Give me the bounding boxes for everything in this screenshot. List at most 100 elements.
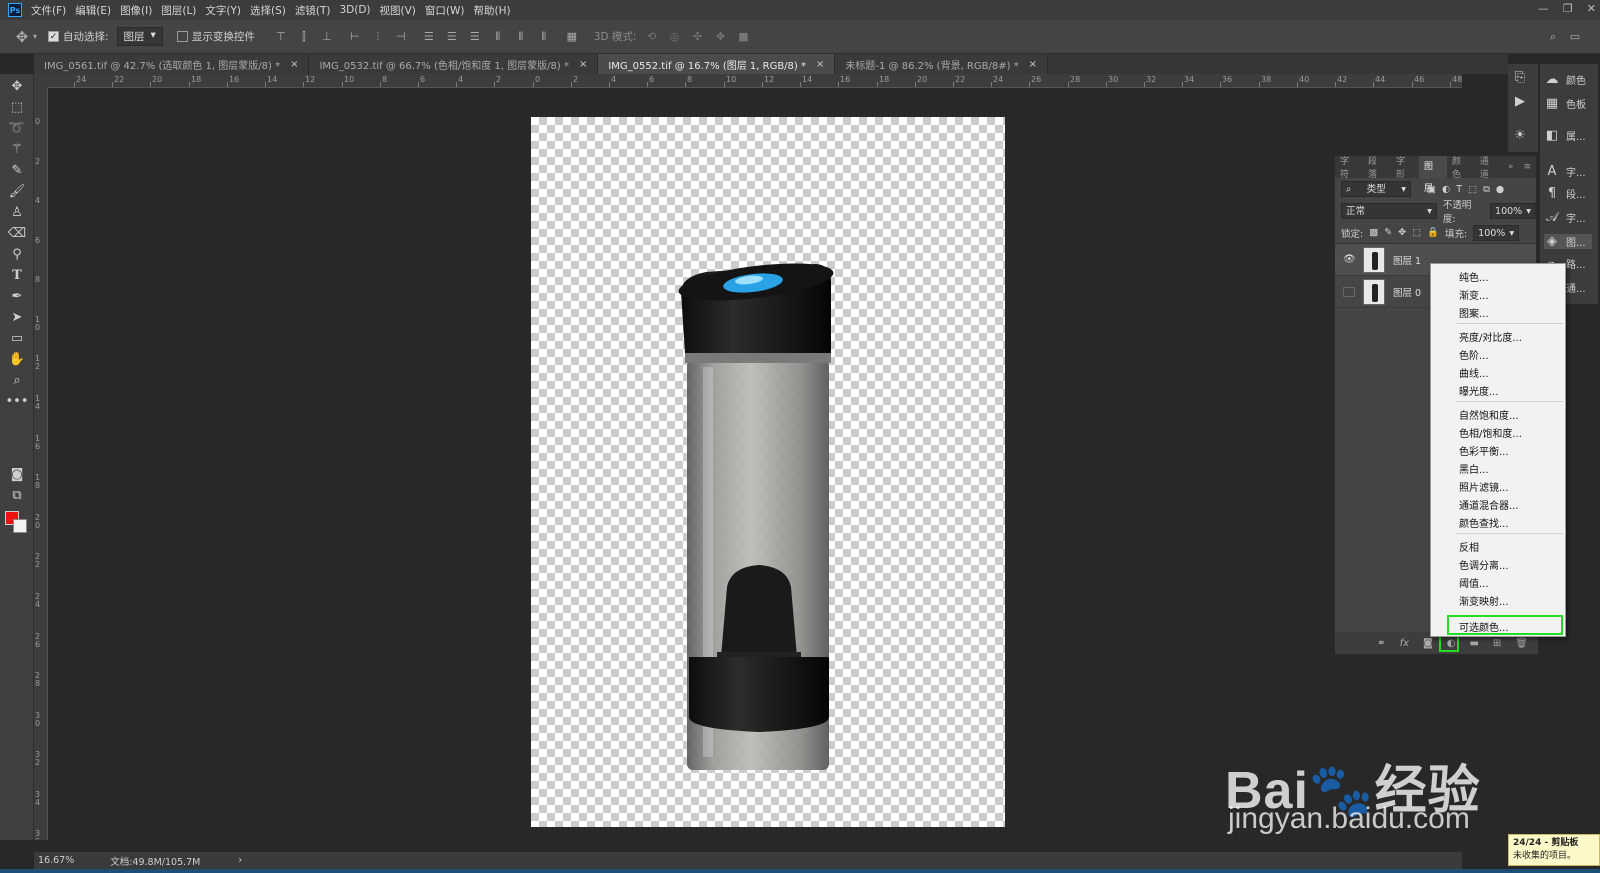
menu-item-vibrance[interactable]: 自然饱和度... [1459,407,1519,422]
menu-filter[interactable]: 滤镜(T) [295,3,331,18]
layer-name[interactable]: 图层 0 [1393,285,1421,299]
move-tool-icon[interactable]: ✥ [5,78,29,96]
filter-shape-icon[interactable]: ⬚ [1468,184,1477,195]
menu-window[interactable]: 窗口(W) [425,3,465,18]
filter-pixel-icon[interactable]: ▣ [1427,184,1436,195]
menu-layer[interactable]: 图层(L) [161,3,196,18]
clipboard-notice[interactable]: 24/24 - 剪贴板 未收集的项目。 [1508,834,1600,866]
tab-character[interactable]: 字符 [1335,154,1363,180]
restore-icon[interactable]: ❐ [1563,2,1573,15]
lock-transparent-icon[interactable]: ▩ [1369,227,1378,238]
tab-channels[interactable]: 通道 [1475,154,1503,180]
menu-help[interactable]: 帮助(H) [474,3,511,18]
search-icon[interactable]: ⌕ [1545,29,1561,45]
status-menu-arrow[interactable]: › [238,855,242,866]
auto-align-icon[interactable]: ▦ [564,29,580,45]
visibility-toggle[interactable] [1343,286,1355,297]
close-icon[interactable]: ✕ [1587,2,1596,15]
menu-select[interactable]: 选择(S) [250,3,286,18]
lock-position-icon[interactable]: ✥ [1398,227,1406,238]
visibility-eye-icon[interactable]: 👁 [1343,254,1356,265]
menu-item-hue-saturation[interactable]: 色相/饱和度... [1459,425,1522,440]
fx-button[interactable]: fx [1400,638,1409,649]
distribute-left-icon[interactable]: ⦀ [490,29,506,45]
tab-img-0532[interactable]: IMG_0532.tif @ 66.7% (色相/饱和度 1, 图层蒙版/8) … [309,54,599,74]
align-hcenter-icon[interactable]: ⫶ [370,29,386,45]
dock-layers[interactable]: ◈ 图... [1544,234,1592,249]
menu-image[interactable]: 图像(I) [120,3,152,18]
menu-item-black-white[interactable]: 黑白... [1459,461,1489,476]
menu-item-gradient[interactable]: 渐变... [1459,287,1489,302]
menu-item-color-balance[interactable]: 色彩平衡... [1459,443,1509,458]
layer-name[interactable]: 图层 1 [1393,253,1421,267]
align-bottom-icon[interactable]: ⊥ [319,29,335,45]
menu-item-posterize[interactable]: 色调分离... [1459,557,1509,572]
background-color-swatch[interactable] [13,519,27,533]
add-mask-icon[interactable]: ◙ [1423,638,1433,649]
dodge-tool-icon[interactable]: ⚲ [5,246,29,264]
zoom-tool-icon[interactable]: ⌕ [5,372,29,390]
dock-swatches[interactable]: ▦ 色板 [1544,96,1586,111]
menu-type[interactable]: 文字(Y) [205,3,241,18]
brightness-icon[interactable]: ☀ [1512,128,1528,143]
hand-tool-icon[interactable]: ✋ [5,351,29,369]
slide-3d-icon[interactable]: ✥ [712,29,728,45]
pen-tool-icon[interactable]: ✒ [5,288,29,306]
link-layers-icon[interactable]: ⚭ [1377,638,1385,649]
document-canvas[interactable] [531,117,1005,827]
dock-color[interactable]: ☁ 颜色 [1544,72,1587,87]
menu-item-threshold[interactable]: 阈值... [1459,575,1489,590]
filter-toggle-icon[interactable]: ● [1496,184,1504,195]
drag-3d-icon[interactable]: ✣ [689,29,705,45]
menu-item-brightness-contrast[interactable]: 亮度/对比度... [1459,329,1522,344]
magic-wand-icon[interactable]: ⚚ [5,141,29,159]
tab-glyphs[interactable]: 字形 [1391,154,1419,180]
dock-character[interactable]: A 字... [1544,164,1586,179]
tab-color[interactable]: 颜色 [1447,154,1475,180]
distribute-right-icon[interactable]: ⦀ [536,29,552,45]
show-transform-checkbox[interactable]: 显示变换控件 [176,29,255,44]
workspace-icon[interactable]: ▭ [1567,29,1583,45]
brush-tool-icon[interactable]: 🖌 [5,183,29,201]
distribute-bottom-icon[interactable]: ☰ [467,29,483,45]
menu-view[interactable]: 视图(V) [380,3,416,18]
tab-img-0552[interactable]: IMG_0552.tif @ 16.7% (图层 1, RGB/8) * × [598,54,836,74]
close-icon[interactable]: × [290,59,298,70]
lock-artboard-icon[interactable]: ⬚ [1412,227,1421,238]
align-top-icon[interactable]: ⊤ [273,29,289,45]
more-tools-icon[interactable]: ••• [5,393,29,411]
tab-untitled-1[interactable]: 未标题-1 @ 86.2% (背景, RGB/8#) * × [835,54,1049,74]
align-left-icon[interactable]: ⊢ [347,29,363,45]
screen-mode-icon[interactable]: ⧉ [5,487,29,505]
menu-item-exposure[interactable]: 曝光度... [1459,383,1499,398]
actions-icon[interactable]: ▶ [1512,94,1528,109]
opacity-input[interactable]: 100% ▾ [1490,203,1536,219]
path-select-icon[interactable]: ➤ [5,309,29,327]
quick-mask-icon[interactable]: ◙ [5,466,29,484]
panel-menu-icon[interactable]: ≡ [1518,162,1536,172]
lock-all-icon[interactable]: 🔒 [1427,227,1439,238]
auto-select-checkbox[interactable]: ✓ 自动选择: [48,29,109,44]
zoom-level[interactable]: 16.67% [38,855,74,866]
dock-glyphs[interactable]: 𝒜 字... [1544,210,1586,225]
menu-3d[interactable]: 3D(D) [339,4,370,16]
stamp-tool-icon[interactable]: ♙ [5,204,29,222]
new-group-icon[interactable]: ▬ [1469,638,1478,649]
dock-properties[interactable]: ◧ 属... [1544,128,1586,143]
eyedropper-tool-icon[interactable]: ✎ [5,162,29,180]
eraser-tool-icon[interactable]: ⌫ [5,225,29,243]
blend-mode-dropdown[interactable]: 正常 ▾ [1341,203,1437,219]
move-tool-icon[interactable]: ✥ [14,29,30,45]
distribute-hcenter-icon[interactable]: ⦀ [513,29,529,45]
panel-collapse-icon[interactable]: » [1503,162,1519,172]
tab-paragraph[interactable]: 段落 [1363,154,1391,180]
marquee-tool-icon[interactable]: ⬚ [5,99,29,117]
history-icon[interactable]: ⎘ [1512,70,1528,85]
rectangle-tool-icon[interactable]: ▭ [5,330,29,348]
scale-3d-icon[interactable]: ■ [735,29,751,45]
lock-brush-icon[interactable]: ✎ [1384,227,1392,238]
delete-layer-icon[interactable]: 🗑 [1515,638,1528,649]
auto-select-dropdown[interactable]: 图层 ▾ [116,27,163,46]
lasso-tool-icon[interactable]: ➰ [5,120,29,138]
tab-img-0561[interactable]: IMG_0561.tif @ 42.7% (选取颜色 1, 图层蒙版/8) * × [34,54,310,74]
